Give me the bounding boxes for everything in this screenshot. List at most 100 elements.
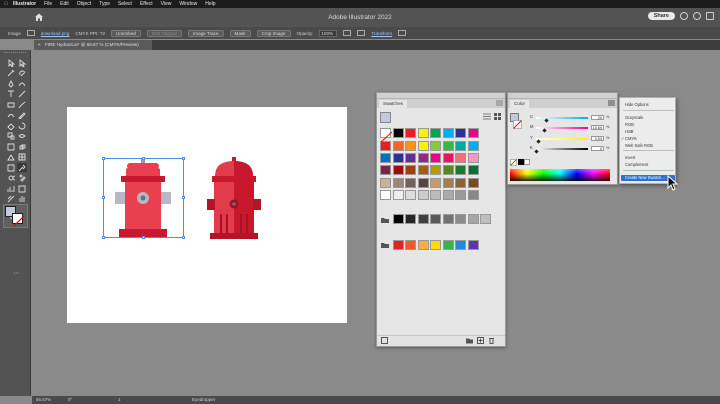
color-swatch[interactable]	[480, 214, 491, 224]
menu-item-web-safe-rgb[interactable]: Web Safe RGB	[625, 143, 675, 149]
color-swatch[interactable]	[442, 178, 454, 188]
color-swatch[interactable]	[405, 165, 416, 175]
channel-slider-track[interactable]	[536, 117, 588, 119]
edit-toolbar-tool[interactable]	[11, 268, 21, 277]
close-tab-icon[interactable]: ×	[38, 42, 41, 47]
image-trace-button[interactable]: Image Trace	[187, 29, 224, 37]
swatches-tab[interactable]: Swatches	[379, 100, 407, 108]
color-swatch[interactable]	[455, 190, 466, 200]
color-swatch[interactable]	[455, 240, 466, 250]
menu-effect[interactable]: Effect	[140, 0, 153, 8]
selection-handle[interactable]	[182, 236, 185, 239]
gradient-tool[interactable]	[6, 163, 16, 172]
align-icon[interactable]	[343, 30, 352, 36]
type-tool[interactable]	[6, 90, 16, 99]
toolbar-stroke-swatch[interactable]	[12, 213, 25, 228]
channel-slider-track[interactable]	[536, 138, 588, 140]
color-swatch[interactable]	[455, 153, 466, 163]
curvature-tool[interactable]	[17, 79, 27, 88]
color-swatch[interactable]	[430, 165, 441, 175]
color-swatch[interactable]	[417, 214, 429, 224]
color-swatch[interactable]	[405, 128, 416, 138]
menu-object[interactable]: Object	[77, 0, 91, 8]
menu-app-name[interactable]: Illustrator	[13, 0, 36, 8]
arrange-icon[interactable]	[398, 30, 407, 36]
perspective-tool[interactable]	[6, 153, 16, 162]
color-swatch[interactable]	[430, 240, 441, 250]
menu-file[interactable]: File	[44, 0, 52, 8]
mask-button[interactable]: Mask	[229, 29, 251, 37]
toolbar-grip[interactable]	[4, 52, 26, 54]
grid-view-icon[interactable]	[494, 113, 501, 120]
color-swatch[interactable]	[405, 190, 416, 200]
paintbrush-tool[interactable]	[17, 100, 27, 109]
width-tool[interactable]	[17, 132, 27, 141]
selection-handle[interactable]	[142, 157, 145, 160]
embed-button[interactable]: Unembed	[111, 29, 141, 37]
color-swatch[interactable]	[392, 153, 404, 163]
channel-value-field[interactable]: 15.69	[591, 125, 604, 130]
white-color-chip[interactable]	[524, 159, 530, 165]
color-swatch[interactable]	[430, 153, 441, 163]
menu-item-hsb[interactable]: HSB	[625, 129, 675, 135]
menu-edit[interactable]: Edit	[60, 0, 69, 8]
transform-link[interactable]: Transform	[371, 31, 392, 36]
color-swatch[interactable]	[455, 128, 466, 138]
symbol-sprayer-tool[interactable]	[17, 174, 27, 183]
selection-handle[interactable]	[142, 236, 145, 239]
eraser-tool[interactable]	[6, 121, 16, 130]
workspace-icon[interactable]	[706, 12, 714, 20]
color-swatch[interactable]	[417, 141, 429, 151]
hydrant-dark[interactable]	[204, 156, 264, 240]
menu-item-invert[interactable]: Invert	[625, 155, 675, 161]
magic-wand-tool[interactable]	[6, 69, 16, 78]
document-tab[interactable]: × FIRE Hydrant.ai* @ 66.67 % (CMYK/Previ…	[34, 40, 152, 50]
color-swatch[interactable]	[442, 141, 454, 151]
color-swatch[interactable]	[467, 141, 479, 151]
color-swatch[interactable]	[417, 178, 429, 188]
color-swatch[interactable]	[405, 240, 416, 250]
color-swatch[interactable]	[442, 165, 454, 175]
channel-slider-track[interactable]	[536, 148, 588, 150]
color-swatch[interactable]	[455, 165, 466, 175]
artboard-tool[interactable]	[17, 184, 27, 193]
direct-selection-tool[interactable]	[17, 58, 27, 67]
menu-window[interactable]: Window	[179, 0, 197, 8]
color-swatch[interactable]	[380, 190, 391, 200]
color-swatch[interactable]	[430, 214, 441, 224]
list-view-icon[interactable]	[483, 113, 491, 120]
color-swatch[interactable]	[392, 165, 404, 175]
color-swatch[interactable]	[467, 190, 479, 200]
none-swatch[interactable]	[380, 128, 393, 143]
opacity-field[interactable]: 100%	[319, 29, 338, 37]
crop-image-button[interactable]: Crop Image	[256, 29, 291, 37]
selection-bounding-box[interactable]	[103, 158, 184, 238]
shaper-tool[interactable]	[6, 111, 16, 120]
color-swatch[interactable]	[392, 214, 404, 224]
color-swatch[interactable]	[405, 214, 416, 224]
menu-item-rgb[interactable]: RGB	[625, 122, 675, 128]
color-swatch[interactable]	[442, 214, 454, 224]
color-swatch[interactable]	[467, 214, 479, 224]
color-swatch[interactable]	[442, 240, 454, 250]
new-color-group-icon[interactable]	[466, 337, 473, 344]
line-tool[interactable]	[17, 90, 27, 99]
menu-item-grayscale[interactable]: Grayscale	[625, 115, 675, 121]
color-tab[interactable]: Color	[510, 100, 529, 108]
color-swatch[interactable]	[455, 214, 466, 224]
selection-handle[interactable]	[102, 196, 105, 199]
color-swatch[interactable]	[430, 178, 441, 188]
scale-tool[interactable]	[6, 132, 16, 141]
color-swatch[interactable]	[417, 240, 429, 250]
color-swatch[interactable]	[392, 128, 404, 138]
selection-handle[interactable]	[182, 196, 185, 199]
color-swatch[interactable]	[392, 141, 404, 151]
pen-tool[interactable]	[6, 79, 16, 88]
color-swatch[interactable]	[417, 190, 429, 200]
panel-menu-icon[interactable]	[608, 100, 615, 106]
selection-handle[interactable]	[102, 157, 105, 160]
none-stroke-swatch[interactable]	[513, 120, 522, 129]
color-swatch[interactable]	[392, 178, 404, 188]
edit-original-button[interactable]: Edit Original	[146, 29, 182, 37]
delete-swatch-icon[interactable]	[488, 337, 495, 344]
